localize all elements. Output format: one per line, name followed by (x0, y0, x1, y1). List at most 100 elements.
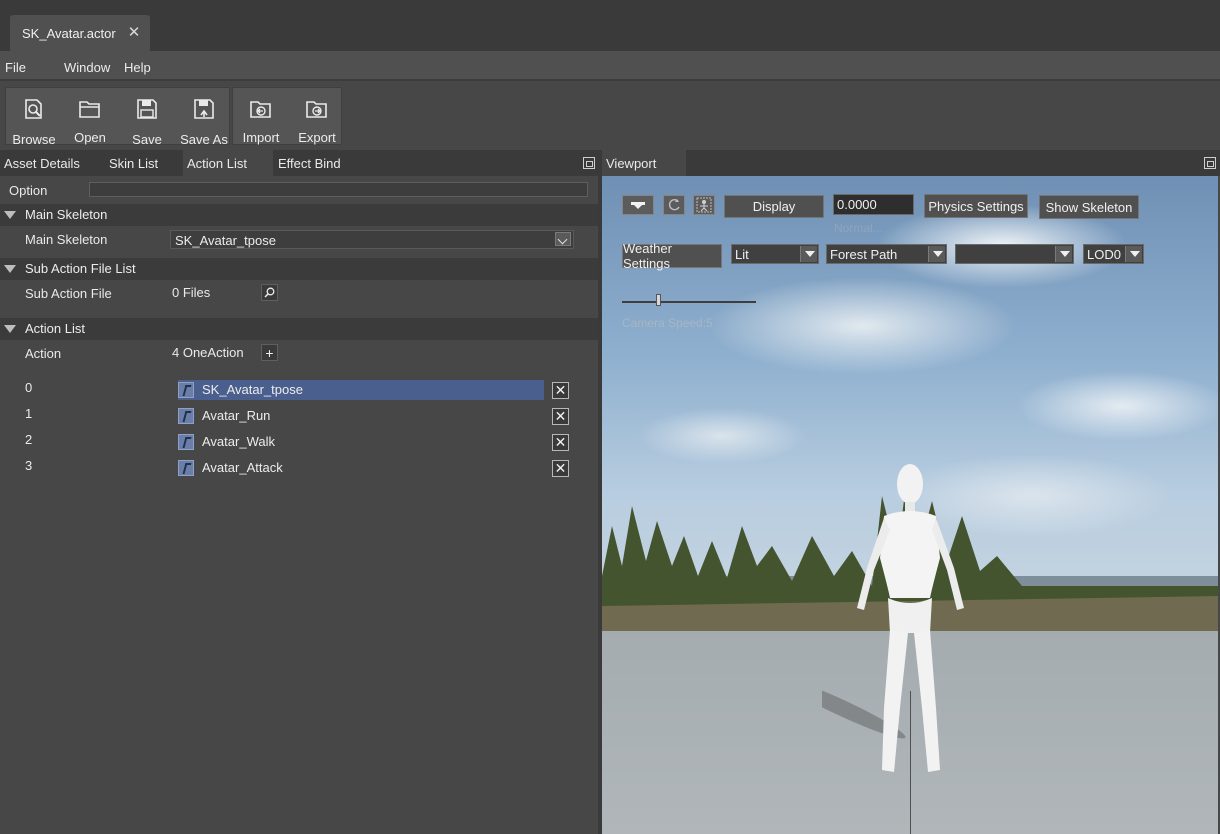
tab-action-list[interactable]: Action List (183, 150, 273, 176)
float-panel-icon[interactable] (1204, 157, 1216, 169)
refresh-button[interactable] (663, 195, 685, 215)
action-list-section[interactable]: Action List (0, 318, 598, 340)
import-label: Import (242, 130, 280, 145)
close-icon: ✕ (554, 460, 567, 476)
toolbar-group-file: Browse Open Save Save As (5, 87, 232, 147)
browse-icon (25, 99, 42, 119)
menu-window[interactable]: Window (64, 60, 110, 75)
document-tab[interactable]: SK_Avatar.actor ✕ (10, 15, 150, 51)
tab-effect-bind[interactable]: Effect Bind (274, 150, 345, 176)
camera-speed-label: Camera Speed:5 (622, 316, 713, 330)
viewport[interactable]: Display 0.0000 Normal... Physics Setting… (602, 176, 1218, 834)
remove-action-button[interactable]: ✕ (552, 382, 569, 399)
animation-icon (178, 382, 194, 398)
browse-sub-action-button[interactable] (261, 284, 278, 301)
save-as-button[interactable]: Save As (176, 88, 232, 147)
camera-speed-slider-thumb[interactable] (656, 294, 662, 306)
collapse-triangle-icon[interactable] (4, 211, 16, 219)
action-name: Avatar_Attack (202, 460, 283, 475)
sub-action-section[interactable]: Sub Action File List (0, 258, 598, 280)
tab-viewport[interactable]: Viewport (602, 150, 686, 176)
physics-settings-button[interactable]: Physics Settings (924, 194, 1028, 218)
import-button[interactable]: Import (233, 88, 289, 146)
close-icon[interactable]: ✕ (126, 24, 142, 41)
action-name: SK_Avatar_tpose (202, 382, 303, 397)
tab-skin-list-label: Skin List (109, 155, 159, 171)
action-index: 2 (25, 432, 33, 447)
tab-asset-details-label: Asset Details (4, 155, 80, 171)
browse-button[interactable]: Browse (6, 88, 62, 147)
toolbar-group-transfer: Import Export (232, 87, 342, 145)
physics-settings-label: Physics Settings (928, 198, 1024, 214)
plus-icon: + (265, 344, 274, 361)
normal-label: Normal... (834, 221, 883, 235)
sub-action-file-label: Sub Action File (25, 286, 112, 301)
action-count: 4 OneAction (172, 345, 244, 360)
tab-effect-bind-label: Effect Bind (278, 155, 341, 171)
close-icon: ✕ (554, 434, 567, 450)
main-skeleton-label: Main Skeleton (25, 232, 108, 247)
float-panel-icon[interactable] (583, 157, 595, 169)
action-item[interactable]: Avatar_Attack (178, 458, 544, 478)
export-button[interactable]: Export (289, 88, 345, 146)
save-as-icon (194, 99, 214, 119)
menu-file[interactable]: File (5, 60, 26, 75)
open-button[interactable]: Open (62, 88, 118, 146)
sub-action-file-count: 0 Files (172, 285, 211, 300)
main-skeleton-select[interactable]: SK_Avatar_tpose (170, 230, 574, 249)
display-button[interactable]: Display (724, 195, 824, 218)
action-index: 0 (25, 380, 33, 395)
save-button[interactable]: Save (119, 88, 175, 147)
chevron-down-icon[interactable] (555, 232, 571, 246)
dropdown-arrow-icon[interactable] (800, 246, 817, 262)
camera-icon (631, 202, 645, 209)
camera-speed-slider[interactable] (622, 301, 756, 303)
add-action-button[interactable]: + (261, 344, 278, 361)
scene-value: Forest Path (830, 246, 898, 262)
collapse-triangle-icon[interactable] (4, 325, 16, 333)
action-item[interactable]: Avatar_Walk (178, 432, 544, 452)
option-label: Option (9, 183, 48, 198)
action-item[interactable]: Avatar_Run (178, 406, 544, 426)
weather-settings-button[interactable]: Weather Settings (622, 241, 722, 271)
action-list-panel: Option Main Skeleton Main Skeleton SK_Av… (0, 176, 598, 834)
camera-mode-button[interactable] (622, 195, 654, 215)
tab-viewport-label: Viewport (606, 155, 657, 171)
export-icon (306, 101, 327, 118)
weather-settings-label: Weather Settings (623, 241, 672, 271)
menu-bar: File Window Help (0, 51, 1220, 81)
value-input-text: 0.0000 (837, 197, 877, 212)
import-icon (250, 101, 271, 118)
export-label: Export (298, 130, 336, 145)
save-as-label: Save As (180, 132, 228, 147)
tab-asset-details[interactable]: Asset Details (0, 150, 84, 176)
lighting-mode-select[interactable]: Lit (731, 244, 819, 264)
folder-open-icon (79, 101, 100, 118)
tab-skin-list[interactable]: Skin List (105, 150, 162, 176)
skeleton-view-button[interactable] (693, 195, 715, 215)
dropdown-arrow-icon[interactable] (1055, 246, 1072, 262)
dropdown-arrow-icon[interactable] (1125, 246, 1142, 262)
option-field[interactable] (89, 182, 588, 197)
collapse-triangle-icon[interactable] (4, 265, 16, 273)
save-label: Save (132, 132, 162, 147)
search-icon (264, 287, 275, 298)
animation-icon (178, 434, 194, 450)
action-item[interactable]: SK_Avatar_tpose (178, 380, 544, 400)
show-skeleton-button[interactable]: Show Skeleton (1039, 195, 1139, 219)
scene-select[interactable]: Forest Path (826, 244, 947, 264)
remove-action-button[interactable]: ✕ (552, 408, 569, 425)
lod-select[interactable]: LOD0 (1083, 244, 1144, 264)
document-tab-bar: SK_Avatar.actor ✕ (0, 0, 1220, 51)
dropdown-arrow-icon[interactable] (928, 246, 945, 262)
tab-action-list-label: Action List (187, 155, 247, 171)
action-label: Action (25, 346, 62, 361)
action-name: Avatar_Run (202, 408, 271, 423)
secondary-select[interactable] (955, 244, 1074, 264)
main-skeleton-section[interactable]: Main Skeleton (0, 204, 598, 226)
menu-help[interactable]: Help (124, 60, 151, 75)
main-skeleton-section-title: Main Skeleton (25, 207, 108, 222)
value-input[interactable]: 0.0000 (833, 194, 914, 215)
remove-action-button[interactable]: ✕ (552, 434, 569, 451)
remove-action-button[interactable]: ✕ (552, 460, 569, 477)
